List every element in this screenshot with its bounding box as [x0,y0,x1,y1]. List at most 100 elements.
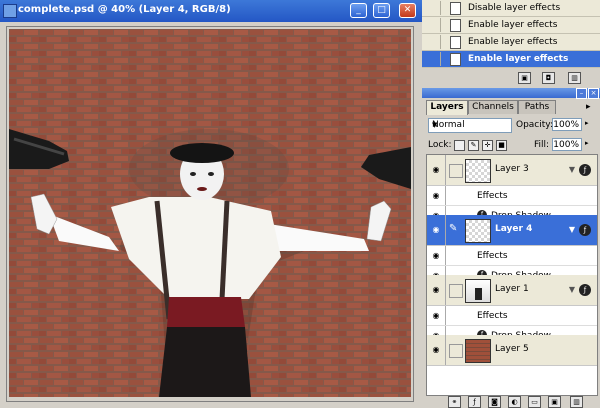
link-layers-icon[interactable]: ⚭ [448,396,461,408]
trash-icon[interactable]: ▥ [570,396,583,408]
layer-name[interactable]: Layer 4 [495,224,532,234]
eye-icon[interactable]: ◉ [430,345,442,355]
effects-row: ◉ Effects [427,306,597,326]
lock-brush-icon[interactable]: ✎ [468,140,479,151]
fill-label: Fill: [534,140,550,150]
trash-icon[interactable]: ▥ [568,72,581,84]
layer-row-layer-4[interactable]: ◉ ✎ Layer 4 ▼ ƒ [427,215,597,246]
create-snapshot-icon[interactable]: ◘ [542,72,555,84]
mime-thumbnail-figure [475,288,482,300]
expand-triangle-icon[interactable]: ▼ [569,285,575,294]
canvas-frame [6,26,414,402]
lock-move-icon[interactable]: ✛ [482,140,493,151]
document-titlebar[interactable]: complete.psd @ 40% (Layer 4, RGB/8) _ □ … [0,0,422,22]
right-panel: Disable layer effects Enable layer effec… [422,0,600,408]
layer-thumbnail [465,279,491,303]
panel-menu-arrow-icon[interactable]: ▸ [586,102,591,112]
layer-row-layer-3[interactable]: ◉ Layer 3 ▼ ƒ [427,155,597,186]
history-item-label: Enable layer effects [468,37,558,47]
divider [445,246,446,265]
history-checkbox[interactable] [426,52,441,66]
layer-name[interactable]: Layer 1 [495,284,529,294]
lock-label: Lock: [428,140,452,150]
eye-icon[interactable]: ◉ [430,191,442,201]
effects-label: Effects [477,191,508,201]
eye-icon[interactable]: ◉ [430,285,442,295]
history-item-selected[interactable]: Enable layer effects [422,51,600,68]
effects-row: ◉ Effects [427,186,597,206]
lock-transparent-icon[interactable] [454,140,465,151]
panel-close-icon[interactable]: × [588,88,599,99]
fill-arrow-icon[interactable]: ▸ [585,139,589,147]
new-group-icon[interactable]: ▭ [528,396,541,408]
link-toggle[interactable] [449,344,463,358]
eye-icon[interactable]: ◉ [430,251,442,261]
mime-brick-wall-image [9,29,411,397]
opacity-field[interactable]: 100% [552,118,582,131]
minimize-button[interactable]: _ [350,3,367,18]
layer-name[interactable]: Layer 3 [495,164,529,174]
history-checkbox[interactable] [426,18,441,32]
lock-all-icon[interactable]: ■ [496,140,507,151]
history-item-label: Disable layer effects [468,3,561,13]
expand-triangle-icon[interactable]: ▼ [569,225,575,234]
effects-row: ◉ Effects [427,246,597,266]
layer-effects-icon[interactable]: ƒ [579,224,591,236]
history-item-label: Enable layer effects [468,54,569,64]
eye-icon[interactable]: ◉ [430,311,442,321]
layer-effects-icon[interactable]: ƒ [579,164,591,176]
history-state-icon [450,53,461,66]
add-mask-icon[interactable]: ◙ [488,396,501,408]
new-document-from-state-icon[interactable]: ▣ [518,72,531,84]
eye-icon[interactable]: ◉ [430,225,442,235]
divider [445,335,446,365]
history-item[interactable]: Disable layer effects [422,0,600,17]
history-item-label: Enable layer effects [468,20,558,30]
layers-panel-titlebar[interactable]: – × [422,88,600,99]
layers-footer: ⚭ ƒ ◙ ◐ ▭ ▣ ▥ [422,394,600,408]
add-style-icon[interactable]: ƒ [468,396,481,408]
document-window: complete.psd @ 40% (Layer 4, RGB/8) _ □ … [0,0,422,408]
history-state-icon [450,19,461,32]
opacity-label: Opacity: [516,120,553,130]
layer-row-layer-5[interactable]: ◉ Layer 5 [427,335,597,366]
layer-row-layer-1[interactable]: ◉ Layer 1 ▼ ƒ [427,275,597,306]
layer-effects-icon[interactable]: ƒ [579,284,591,296]
adjustment-layer-icon[interactable]: ◐ [508,396,521,408]
new-layer-icon[interactable]: ▣ [548,396,561,408]
link-toggle[interactable] [449,164,463,178]
panel-minimize-icon[interactable]: – [576,88,587,99]
history-item[interactable]: Enable layer effects [422,34,600,51]
document-title: complete.psd @ 40% (Layer 4, RGB/8) [18,4,231,15]
history-checkbox[interactable] [426,35,441,49]
layer-thumbnail [465,159,491,183]
expand-triangle-icon[interactable]: ▼ [569,165,575,174]
layer-name[interactable]: Layer 5 [495,344,529,354]
layer-thumbnail [465,219,491,243]
divider [445,215,446,245]
layer-thumbnail [465,339,491,363]
divider [445,155,446,185]
photoshop-doc-icon [3,4,17,18]
opacity-arrow-icon[interactable]: ▸ [585,119,589,127]
history-state-icon [450,36,461,49]
history-item[interactable]: Enable layer effects [422,17,600,34]
close-button[interactable]: ✕ [399,3,416,18]
image-canvas[interactable] [9,29,411,397]
eye-icon[interactable]: ◉ [430,165,442,175]
fill-field[interactable]: 100% [552,138,582,151]
tab-layers[interactable]: Layers [426,100,468,115]
maximize-button[interactable]: □ [373,3,390,18]
tab-channels[interactable]: Channels [468,100,518,114]
effects-label: Effects [477,251,508,261]
link-toggle[interactable] [449,284,463,298]
blend-mode-select[interactable]: Normal ▼ [428,118,512,133]
brush-icon[interactable]: ✎ [449,223,461,235]
chevron-down-icon: ▼ [432,121,438,129]
divider [445,186,446,205]
tab-paths[interactable]: Paths [518,100,556,114]
history-state-icon [450,2,461,15]
history-checkbox[interactable] [426,1,441,15]
divider [445,275,446,305]
effects-label: Effects [477,311,508,321]
